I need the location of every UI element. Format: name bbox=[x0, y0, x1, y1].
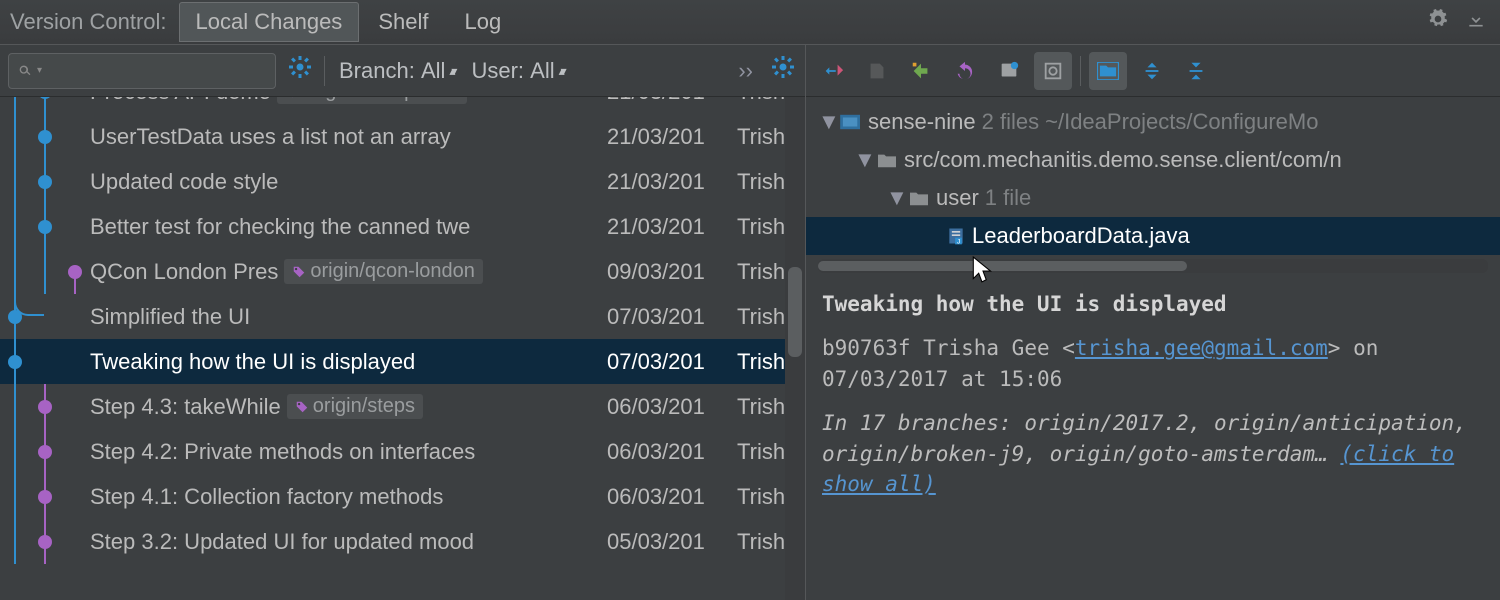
commit-subject: Tweaking how the UI is displayed bbox=[822, 289, 1484, 319]
tab-log[interactable]: Log bbox=[447, 2, 518, 42]
tree-folder-name: user bbox=[936, 185, 979, 211]
chevron-down-icon: ▼ bbox=[886, 185, 902, 211]
tree-file-name: LeaderboardData.java bbox=[972, 223, 1190, 249]
log-search-input[interactable]: ▾ bbox=[8, 53, 276, 89]
detail-panel: ▼ sense-nine 2 files ~/IdeaProjects/Conf… bbox=[806, 45, 1500, 600]
commit-row[interactable]: Process API demo origin/anticipation 21/03… bbox=[0, 97, 805, 114]
log-scrollbar[interactable] bbox=[785, 97, 805, 600]
java-file-icon: J bbox=[946, 226, 966, 246]
vcs-title: Version Control: bbox=[6, 9, 177, 35]
commit-log[interactable]: Process API demo origin/anticipation 21/03… bbox=[0, 97, 805, 600]
commit-email[interactable]: trisha.gee@gmail.com bbox=[1075, 336, 1328, 360]
filter-gear-icon[interactable] bbox=[286, 53, 314, 88]
commit-message: Simplified the UI bbox=[90, 304, 250, 330]
more-filters-icon[interactable]: ›› bbox=[732, 58, 759, 84]
commit-row[interactable]: Better test for checking the canned twe 2… bbox=[0, 204, 805, 249]
tab-local-changes[interactable]: Local Changes bbox=[179, 2, 360, 42]
group-by-dir-icon[interactable] bbox=[1089, 52, 1127, 90]
module-icon bbox=[840, 113, 862, 131]
tree-root-count: 2 files bbox=[982, 109, 1039, 135]
commit-row[interactable]: Tweaking how the UI is displayed 07/03/20… bbox=[0, 339, 805, 384]
commit-message: Step 4.1: Collection factory methods bbox=[90, 484, 443, 510]
branch-filter[interactable]: Branch: All▴▾ bbox=[335, 58, 457, 84]
history-icon[interactable] bbox=[990, 52, 1028, 90]
collapse-all-icon[interactable] bbox=[1177, 52, 1215, 90]
commit-message: QCon London Pres bbox=[90, 259, 278, 285]
expand-all-icon[interactable] bbox=[1133, 52, 1171, 90]
vcs-tabstrip: Version Control: Local Changes Shelf Log bbox=[0, 0, 1500, 45]
commit-message: Step 4.2: Private methods on interfaces bbox=[90, 439, 475, 465]
branch-tag[interactable]: origin/qcon-london bbox=[284, 259, 483, 284]
branch-tag[interactable]: origin/steps bbox=[287, 394, 423, 419]
commit-date: 21/03/201 bbox=[607, 124, 737, 150]
tab-shelf[interactable]: Shelf bbox=[361, 2, 445, 42]
commit-date: 21/03/201 bbox=[607, 214, 737, 240]
commit-date: 06/03/201 bbox=[607, 394, 737, 420]
commit-row[interactable]: UserTestData uses a list not an array 21/… bbox=[0, 114, 805, 159]
commit-row[interactable]: Updated code style21/03/201Trish bbox=[0, 159, 805, 204]
patch-icon[interactable] bbox=[858, 52, 896, 90]
tree-package[interactable]: ▼ src/com.mechanitis.demo.sense.client/c… bbox=[806, 141, 1500, 179]
tree-hscroll[interactable] bbox=[818, 259, 1488, 273]
commit-message: Updated code style bbox=[90, 169, 278, 195]
log-settings-gear-icon[interactable] bbox=[769, 53, 797, 88]
svg-text:J: J bbox=[957, 239, 960, 246]
commit-date: 06/03/201 bbox=[607, 484, 737, 510]
commit-row[interactable]: Step 4.2: Private methods on interfaces 0… bbox=[0, 429, 805, 474]
tree-root-name: sense-nine bbox=[868, 109, 976, 135]
commit-date: 21/03/201 bbox=[607, 97, 737, 105]
tree-root[interactable]: ▼ sense-nine 2 files ~/IdeaProjects/Conf… bbox=[806, 103, 1500, 141]
branch-tag[interactable]: origin/anticipation bbox=[277, 97, 467, 104]
tree-folder-count: 1 file bbox=[985, 185, 1031, 211]
preview-diff-icon[interactable] bbox=[1034, 52, 1072, 90]
commit-meta: b90763f Trisha Gee <trisha.gee@gmail.com… bbox=[822, 333, 1484, 394]
folder-icon bbox=[876, 151, 898, 169]
commit-date: 09/03/201 bbox=[607, 259, 737, 285]
commit-row[interactable]: Step 3.2: Updated UI for updated mood 05/… bbox=[0, 519, 805, 564]
commit-detail: Tweaking how the UI is displayed b90763f… bbox=[806, 285, 1500, 508]
commit-date: 07/03/201 bbox=[607, 349, 737, 375]
tree-root-path: ~/IdeaProjects/ConfigureMo bbox=[1045, 109, 1318, 135]
folder-icon bbox=[908, 189, 930, 207]
tag-icon bbox=[285, 97, 299, 99]
commit-message: Better test for checking the canned twe bbox=[90, 214, 470, 240]
tag-icon bbox=[295, 400, 309, 414]
commit-date: 21/03/201 bbox=[607, 169, 737, 195]
log-panel: ▾ Branch: All▴▾ User: All▴▾ ›› Process A… bbox=[0, 45, 806, 600]
commit-date: 06/03/201 bbox=[607, 439, 737, 465]
revert-icon[interactable] bbox=[902, 52, 940, 90]
chevron-down-icon: ▼ bbox=[818, 109, 834, 135]
commit-date: 05/03/201 bbox=[607, 529, 737, 555]
commit-branches: In 17 branches: origin/2017.2, origin/an… bbox=[822, 408, 1484, 499]
commit-message: Tweaking how the UI is displayed bbox=[90, 349, 415, 375]
undo-icon[interactable] bbox=[946, 52, 984, 90]
user-filter[interactable]: User: All▴▾ bbox=[467, 58, 566, 84]
tag-icon bbox=[292, 265, 306, 279]
tree-folder[interactable]: ▼ user 1 file bbox=[806, 179, 1500, 217]
changed-files-tree[interactable]: ▼ sense-nine 2 files ~/IdeaProjects/Conf… bbox=[806, 97, 1500, 285]
settings-gear-icon[interactable] bbox=[1420, 5, 1456, 39]
commit-row[interactable]: Step 4.3: takeWhileorigin/steps 06/03/201… bbox=[0, 384, 805, 429]
commit-message: Process API demo bbox=[90, 97, 271, 105]
detail-toolbar bbox=[806, 45, 1500, 97]
download-icon[interactable] bbox=[1458, 5, 1494, 39]
commit-row[interactable]: QCon London Presorigin/qcon-london 09/03/… bbox=[0, 249, 805, 294]
cherry-pick-icon[interactable] bbox=[814, 52, 852, 90]
commit-time: 15:06 bbox=[999, 367, 1062, 391]
commit-message: Step 3.2: Updated UI for updated mood bbox=[90, 529, 474, 555]
tree-file[interactable]: J LeaderboardData.java bbox=[806, 217, 1500, 255]
commit-author: Trisha Gee bbox=[923, 336, 1049, 360]
tree-package-name: src/com.mechanitis.demo.sense.client/com… bbox=[904, 147, 1342, 173]
log-filter-bar: ▾ Branch: All▴▾ User: All▴▾ ›› bbox=[0, 45, 805, 97]
commit-date: 07/03/201 bbox=[607, 304, 737, 330]
search-icon bbox=[17, 63, 33, 79]
commit-date: 07/03/2017 bbox=[822, 367, 948, 391]
commit-row[interactable]: Simplified the UI07/03/201Trish bbox=[0, 294, 805, 339]
commit-hash: b90763f bbox=[822, 336, 911, 360]
commit-row[interactable]: Step 4.1: Collection factory methods 06/0… bbox=[0, 474, 805, 519]
chevron-down-icon: ▼ bbox=[854, 147, 870, 173]
commit-message: UserTestData uses a list not an array bbox=[90, 124, 451, 150]
commit-message: Step 4.3: takeWhile bbox=[90, 394, 281, 420]
